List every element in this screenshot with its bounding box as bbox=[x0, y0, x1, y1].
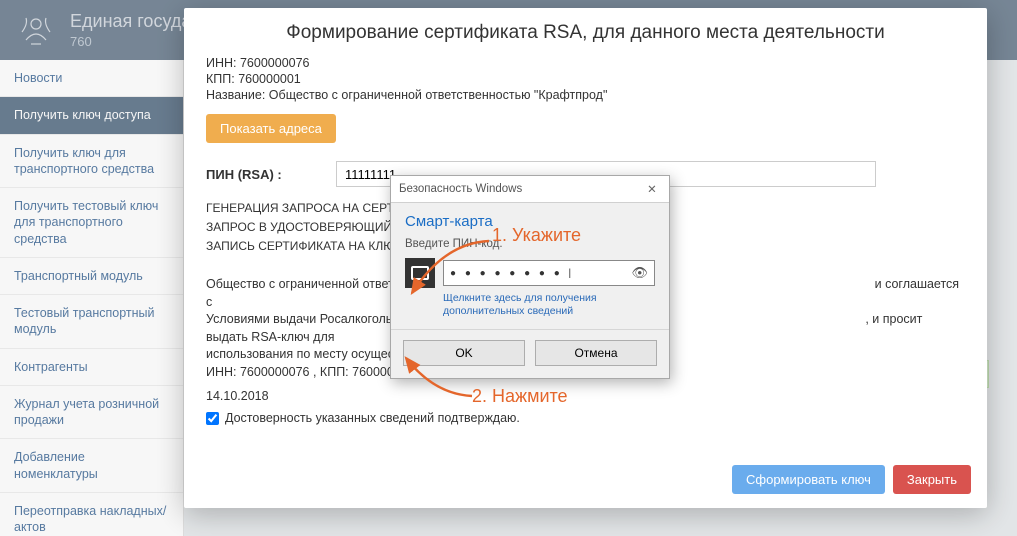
kpp-line: КПП: 760000001 bbox=[206, 72, 965, 86]
show-addresses-button[interactable]: Показать адреса bbox=[206, 114, 336, 143]
org-line: Название: Общество с ограниченной ответс… bbox=[206, 88, 965, 102]
pin-label: ПИН (RSA) : bbox=[206, 167, 336, 182]
status-write: ЗАПИСЬ СЕРТИФИКАТА НА КЛЮЧ: bbox=[206, 239, 406, 253]
reveal-icon[interactable]: 👁 bbox=[631, 265, 648, 281]
date-line: 14.10.2018 bbox=[206, 389, 965, 403]
close-icon[interactable]: ✕ bbox=[643, 180, 661, 198]
pin-code-input[interactable]: ● ● ● ● ● ● ● ● | 👁 bbox=[443, 260, 655, 286]
make-key-button[interactable]: Сформировать ключ bbox=[732, 465, 885, 494]
windows-security-dialog: Безопасность Windows ✕ Смарт-карта Введи… bbox=[390, 175, 670, 379]
more-info-link[interactable]: Щелкните здесь для получения дополнитель… bbox=[443, 292, 603, 317]
inn-line: ИНН: 7600000076 bbox=[206, 56, 965, 70]
close-button[interactable]: Закрыть bbox=[893, 465, 971, 494]
modal-title: Формирование сертификата RSA, для данног… bbox=[184, 8, 987, 50]
smartcard-icon bbox=[405, 258, 435, 288]
win-heading: Смарт-карта bbox=[405, 213, 655, 230]
win-caption: Безопасность Windows bbox=[399, 183, 522, 195]
win-sub: Введите ПИН-код. bbox=[405, 238, 655, 250]
ok-button[interactable]: OK bbox=[403, 340, 525, 366]
confirm-checkbox[interactable] bbox=[206, 412, 219, 425]
confirm-label: Достоверность указанных сведений подтвер… bbox=[225, 411, 520, 425]
cancel-button[interactable]: Отмена bbox=[535, 340, 657, 366]
